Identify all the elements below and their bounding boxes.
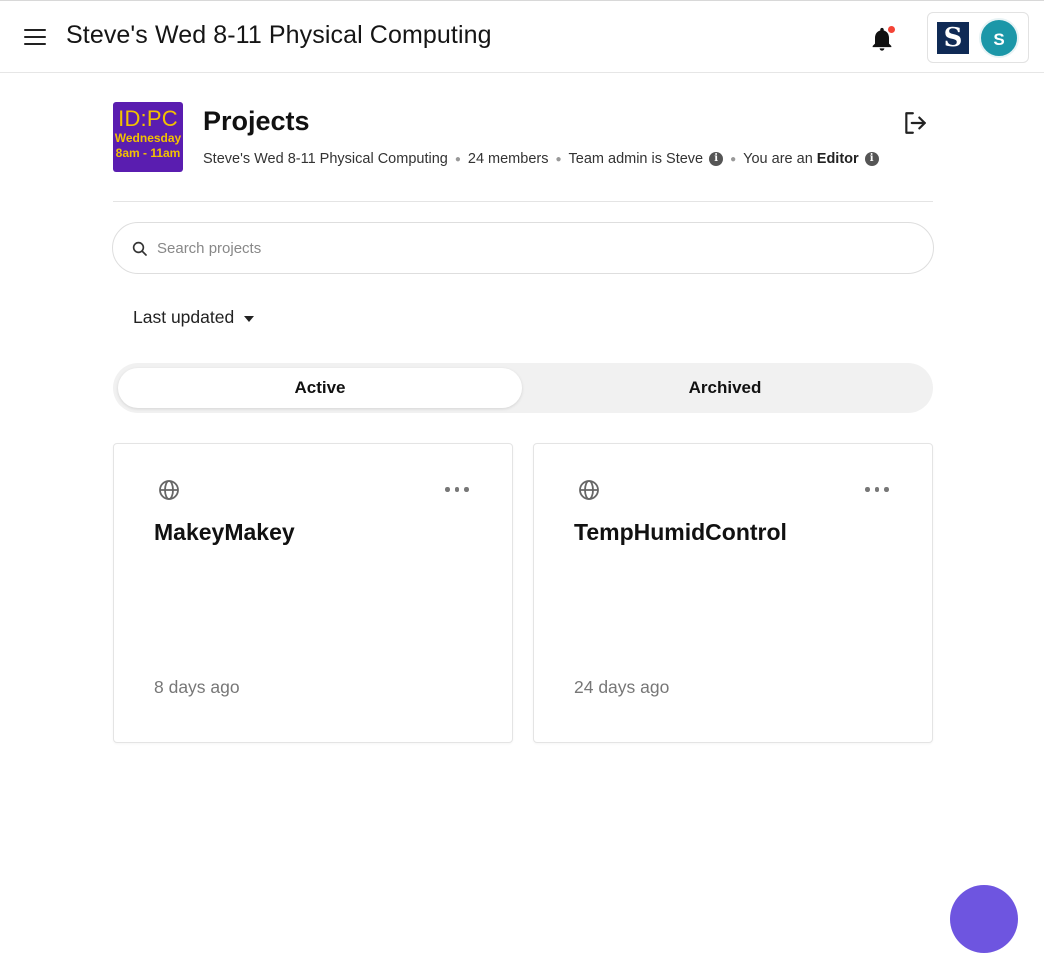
globe-icon — [159, 480, 179, 500]
menu-icon[interactable] — [24, 27, 46, 47]
search-input[interactable] — [157, 235, 917, 261]
separator-dot: ● — [555, 153, 562, 165]
project-name: MakeyMakey — [154, 519, 295, 545]
separator-dot: ● — [454, 153, 461, 165]
account-switcher[interactable]: S S — [927, 12, 1029, 63]
sort-dropdown[interactable]: Last updated — [133, 307, 255, 328]
more-options-icon[interactable] — [444, 482, 470, 496]
more-options-icon[interactable] — [864, 482, 890, 496]
floating-action-button[interactable] — [950, 885, 1018, 953]
team-title: Steve's Wed 8-11 Physical Computing — [66, 21, 492, 49]
project-card[interactable]: MakeyMakey 8 days ago — [113, 443, 513, 743]
separator-dot: ● — [730, 153, 737, 165]
notifications-bell-icon[interactable] — [868, 25, 896, 53]
role-prefix: You are an — [743, 151, 813, 167]
caret-down-icon — [244, 315, 255, 322]
project-status-tabs: Active Archived — [113, 363, 933, 413]
team-meta: Steve's Wed 8-11 Physical Computing ● 24… — [203, 151, 879, 167]
project-name: TempHumidControl — [574, 519, 787, 545]
team-name: Steve's Wed 8-11 Physical Computing — [203, 151, 448, 167]
member-count: 24 members — [467, 151, 549, 167]
team-logo: ID:PC Wednesday 8am - 11am — [113, 102, 183, 172]
project-updated: 8 days ago — [154, 677, 240, 697]
search-icon — [132, 241, 147, 256]
project-card[interactable]: TempHumidControl 24 days ago — [533, 443, 933, 743]
team-logo-line1: ID:PC — [118, 106, 178, 131]
team-header: ID:PC Wednesday 8am - 11am Projects Stev… — [113, 102, 933, 202]
notification-dot — [888, 26, 895, 33]
role-info-icon[interactable]: i — [864, 152, 879, 166]
tab-archived[interactable]: Archived — [523, 368, 927, 408]
globe-icon — [579, 480, 599, 500]
project-updated: 24 days ago — [574, 677, 670, 697]
team-logo-line2: Wednesday — [114, 131, 182, 145]
team-badge: S — [937, 22, 969, 54]
admin-info-icon[interactable]: i — [709, 152, 724, 166]
page-title: Projects — [203, 106, 310, 136]
user-avatar: S — [979, 18, 1019, 58]
search-bar — [112, 222, 934, 274]
role: Editor — [816, 151, 859, 167]
team-logo-line3: 8am - 11am — [115, 146, 181, 160]
tab-active[interactable]: Active — [118, 368, 522, 408]
leave-team-icon[interactable] — [902, 110, 928, 136]
sort-label: Last updated — [133, 307, 235, 327]
team-admin: Team admin is Steve — [568, 151, 704, 167]
top-bar: Steve's Wed 8-11 Physical Computing S S — [0, 0, 1044, 73]
